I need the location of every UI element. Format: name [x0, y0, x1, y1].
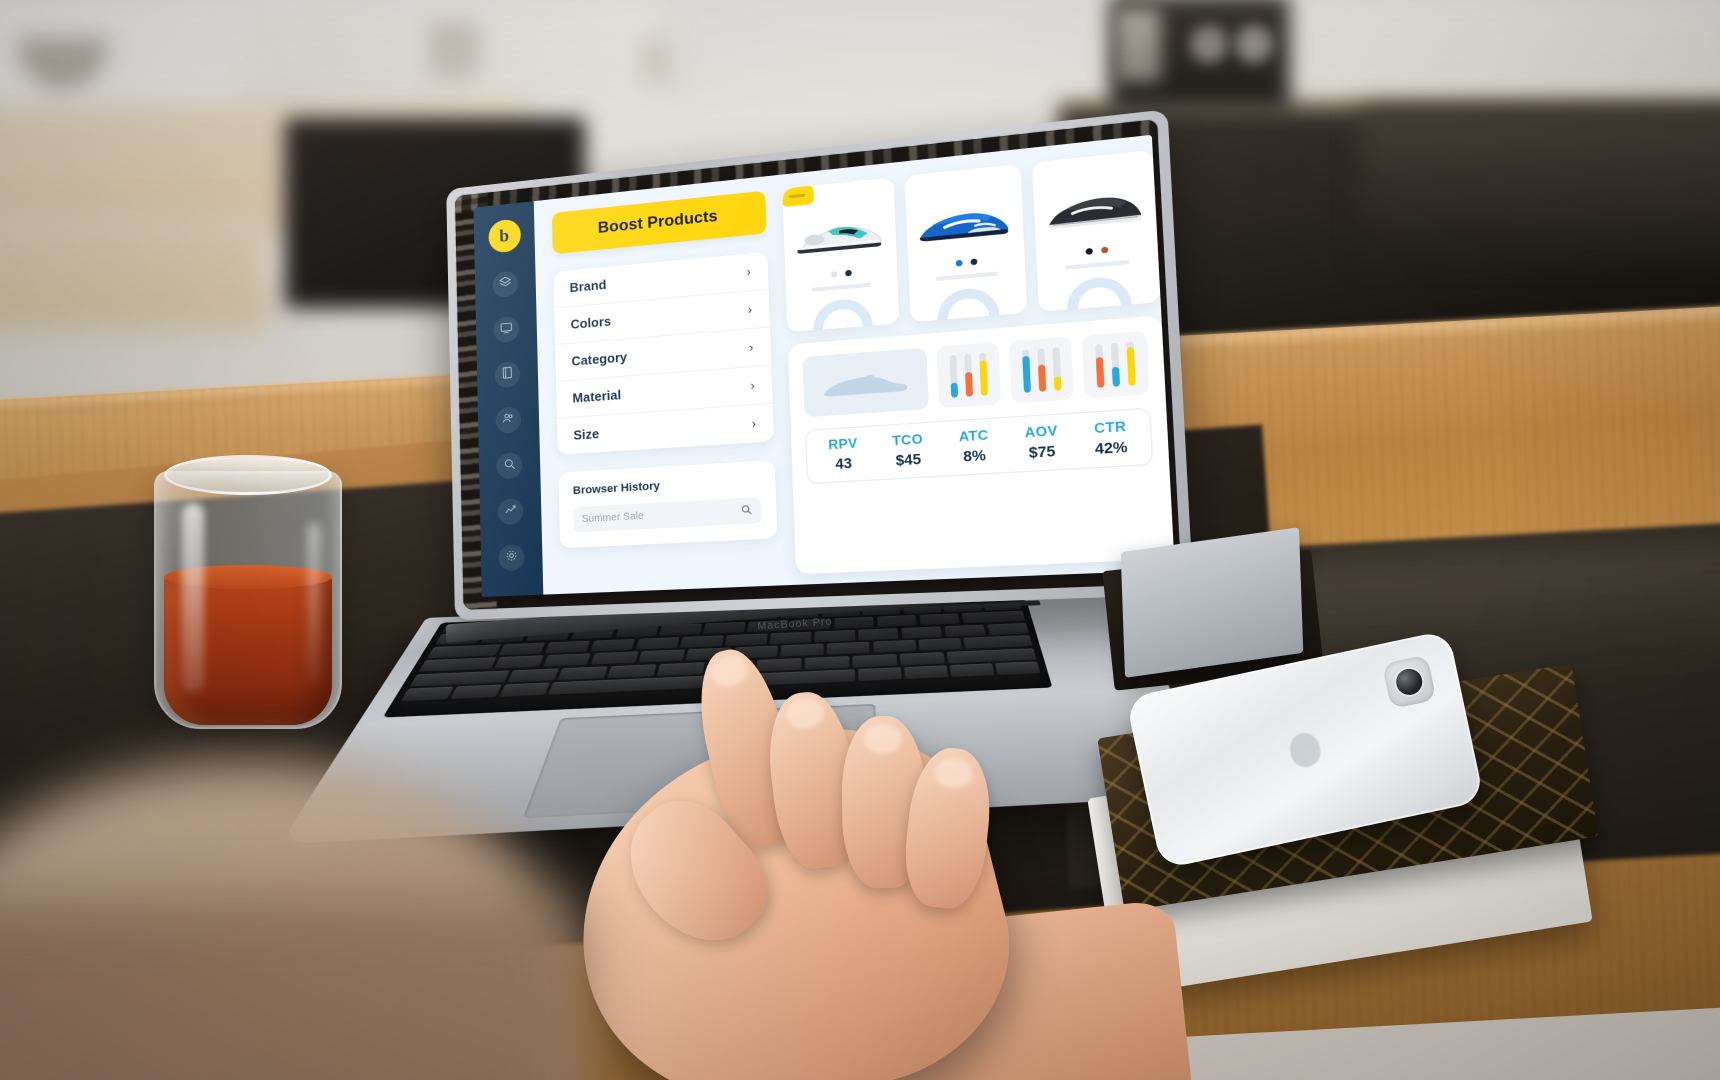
chevron-right-icon: ›	[747, 302, 753, 317]
human-hand	[520, 620, 1206, 1080]
app-logo[interactable]: b	[487, 218, 521, 254]
history-search-input[interactable]: Summer Sale	[573, 497, 762, 533]
title-placeholder	[1065, 259, 1130, 270]
avatar-placeholder	[936, 286, 1001, 323]
book-icon	[500, 365, 514, 385]
bar-track	[949, 354, 959, 398]
color-dots[interactable]	[1046, 243, 1149, 259]
wallet-card	[1120, 527, 1304, 678]
mason-jar-iced-tea	[148, 443, 348, 733]
color-dot[interactable]	[844, 269, 852, 277]
metrics-row: RPV 43 TCO $45 ATC 8% AOV $75 CTR 42%	[805, 407, 1154, 485]
monitor-icon	[499, 320, 513, 340]
sidebar-item-analytics[interactable]	[497, 497, 524, 526]
search-icon[interactable]	[740, 503, 753, 519]
browser-history-title: Browser History	[572, 480, 661, 498]
photo-scene: MacBook Pro b Boost Products Brand › Col…	[0, 0, 1720, 1080]
title-placeholder	[935, 271, 998, 282]
color-dot[interactable]	[969, 258, 977, 266]
metric-label: ATC	[958, 427, 989, 445]
title-placeholder	[811, 282, 872, 292]
metric-rpv: RPV 43	[811, 435, 876, 474]
users-icon	[501, 410, 515, 430]
color-dot[interactable]	[1100, 246, 1108, 254]
metric-value: 43	[835, 455, 853, 473]
metric-label: TCO	[891, 431, 924, 449]
filter-label: Brand	[569, 277, 607, 296]
black-basketball-shoe-image	[1042, 175, 1147, 245]
phone-logo	[1286, 729, 1324, 770]
avatar-placeholder	[812, 297, 874, 333]
metric-label: RPV	[827, 435, 858, 453]
sidebar-item-display[interactable]	[493, 315, 520, 344]
promo-badge	[782, 184, 815, 208]
product-cards-row	[782, 149, 1161, 333]
bar-track	[979, 352, 989, 396]
metric-tco: TCO $45	[875, 431, 942, 470]
boost-products-button[interactable]: Boost Products	[551, 190, 767, 255]
shoe-preview-widget[interactable]	[802, 347, 930, 418]
bar-track	[1110, 342, 1121, 387]
filter-list: Brand › Colors › Category › Material › S…	[553, 251, 774, 455]
product-card[interactable]	[1031, 149, 1161, 312]
metric-label: CTR	[1093, 419, 1127, 437]
foreground-blur-lower	[0, 900, 580, 1080]
color-dots[interactable]	[794, 266, 888, 281]
metric-label: AOV	[1024, 423, 1059, 441]
metric-ctr: CTR 42%	[1075, 418, 1147, 458]
product-card[interactable]	[782, 177, 900, 333]
sidebar-item-search[interactable]	[496, 452, 523, 480]
color-dot[interactable]	[1084, 247, 1093, 256]
metric-atc: ATC 8%	[940, 427, 1008, 466]
laptop-lid: b Boost Products Brand › Colors › Catego…	[446, 109, 1194, 620]
app-main: Boost Products Brand › Colors › Category…	[533, 134, 1175, 595]
bar-widget-2[interactable]	[1008, 336, 1075, 404]
bar-widget-3[interactable]	[1082, 330, 1150, 399]
content-column: RPV 43 TCO $45 ATC 8% AOV $75 CTR 42%	[782, 149, 1175, 575]
metric-value: 8%	[962, 447, 987, 465]
metric-value: 42%	[1094, 438, 1128, 458]
analytics-icon	[503, 502, 517, 522]
blue-running-shoe-image	[914, 188, 1015, 256]
filters-column: Boost Products Brand › Colors › Category…	[551, 190, 779, 584]
bar-track	[1021, 349, 1031, 393]
shoe-silhouette-icon	[823, 374, 908, 397]
filter-label: Size	[573, 426, 600, 443]
bar-track	[1126, 341, 1137, 386]
chevron-right-icon: ›	[746, 264, 752, 280]
avatar-placeholder	[1065, 275, 1134, 312]
search-icon	[502, 456, 516, 476]
history-search-value: Summer Sale	[581, 510, 644, 526]
gear-icon	[504, 548, 518, 568]
metric-value: $75	[1028, 443, 1056, 461]
color-dot[interactable]	[830, 271, 838, 278]
widgets-row	[802, 330, 1150, 418]
bar-track	[1052, 347, 1062, 391]
sidebar-item-catalog[interactable]	[494, 360, 521, 389]
app-sidebar: b	[473, 201, 544, 598]
bar-widget-1[interactable]	[936, 342, 1002, 409]
sidebar-item-customers[interactable]	[495, 406, 522, 434]
metric-aov: AOV $75	[1007, 422, 1077, 462]
chevron-right-icon: ›	[751, 416, 757, 432]
laptop-screen: b Boost Products Brand › Colors › Catego…	[473, 134, 1175, 598]
color-dot[interactable]	[955, 259, 963, 267]
metric-value: $45	[895, 451, 922, 469]
sidebar-item-settings[interactable]	[498, 544, 525, 572]
analytics-panel: RPV 43 TCO $45 ATC 8% AOV $75 CTR 42%	[787, 315, 1175, 575]
filter-label: Material	[572, 388, 622, 406]
layers-icon	[498, 274, 512, 294]
browser-history-card: Browser History Summer Sale	[558, 459, 778, 549]
chevron-right-icon: ›	[748, 340, 754, 355]
bar-track	[1095, 343, 1105, 388]
bar-track	[1036, 348, 1046, 392]
filter-label: Category	[571, 350, 628, 369]
bar-track	[964, 353, 974, 397]
product-card[interactable]	[904, 163, 1028, 323]
chevron-right-icon: ›	[750, 378, 756, 393]
sidebar-item-layers[interactable]	[492, 270, 519, 299]
color-dots[interactable]	[917, 255, 1015, 270]
filter-label: Colors	[570, 314, 612, 332]
white-teal-sneaker-image	[792, 201, 888, 268]
